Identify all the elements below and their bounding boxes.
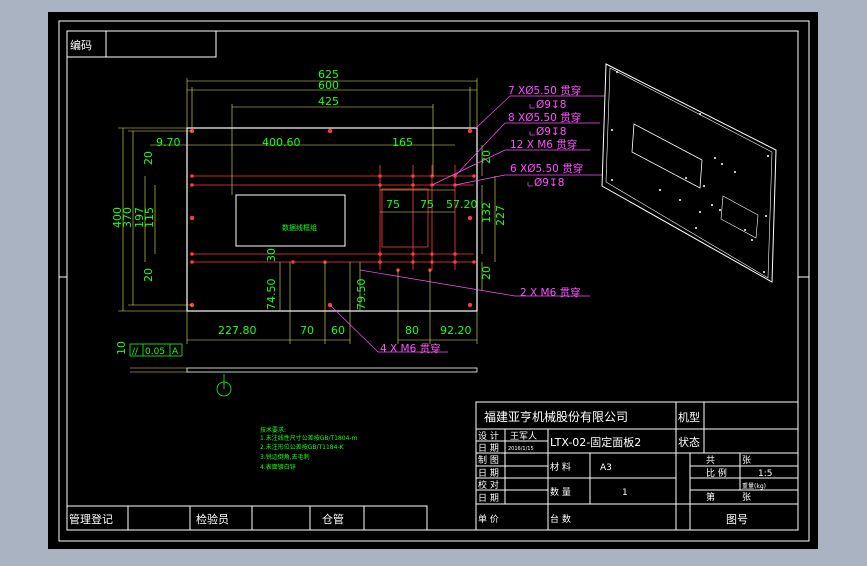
dim-7450: 74.50: [265, 279, 278, 311]
drawing-canvas: 编码 数据线框组 625 600 425 9.70 400.60 165 400…: [48, 12, 818, 549]
sheet-number-label: 图号: [726, 513, 748, 526]
right-small-3: 第: [706, 491, 715, 503]
right-small-2: 张: [742, 455, 751, 466]
date-label-3: 日 期: [478, 493, 499, 504]
dim-9220: 92.20: [440, 324, 472, 337]
dim-20b: 20: [142, 268, 155, 282]
scale-label: 比 例: [706, 467, 727, 479]
notes-line1: 1.未注线性尺寸公差按GB/T1804-m: [260, 434, 358, 442]
reg-label: 管理登记: [69, 512, 113, 526]
dim-5720: 57.20: [446, 198, 478, 211]
material-label: 材 料: [550, 461, 571, 473]
design-label: 设 计: [478, 430, 499, 442]
callout-4-line2: Ø9↧8: [534, 177, 564, 189]
tol-datum: A: [172, 347, 179, 357]
qty-label: 数 量: [550, 486, 571, 498]
dim-600: 600: [318, 79, 339, 92]
callout-5-line1: 2 X M6 贯穿: [520, 286, 581, 299]
panel-text: 数据线框组: [282, 223, 317, 232]
sets-label: 台 数: [550, 513, 571, 525]
callout-1-line1: 7 XØ5.50 贯穿: [508, 84, 581, 97]
notes-line3: 3.锐边倒角,去毛刺: [260, 453, 310, 461]
weight-label: 重量(kg): [742, 482, 766, 490]
right-small-1: 共: [706, 455, 715, 466]
dim-115: 115: [143, 207, 156, 228]
callout-6-line1: 4 X M6 贯穿: [380, 342, 441, 355]
storage-label: 仓管: [322, 512, 344, 526]
dim-227: 227: [494, 205, 507, 226]
callout-3-line1: 12 X M6 贯穿: [510, 138, 577, 151]
notes-line4: 4.表面镀白锌: [260, 463, 296, 471]
dim-20d: 20: [480, 266, 493, 280]
cad-viewport: 编码 数据线框组 625 600 425 9.70 400.60 165 400…: [0, 0, 867, 562]
dim-30: 30: [265, 248, 278, 262]
date-1: 2016/1/15: [508, 446, 534, 452]
dim-40060: 400.60: [262, 136, 301, 149]
batch-label: 单 价: [478, 513, 499, 525]
callout-2-line2: Ø9↧8: [536, 126, 566, 138]
dim-10: 10: [115, 341, 128, 355]
designer-name: 王军人: [510, 431, 537, 442]
right-small-4: 张: [742, 492, 751, 503]
dim-425: 425: [318, 95, 339, 108]
dim-80: 80: [405, 324, 419, 337]
check-label: 校 对: [478, 479, 499, 491]
dim-20a: 20: [142, 151, 155, 165]
tol-value: 0.05: [145, 347, 165, 357]
code-label: 编码: [70, 38, 92, 52]
dim-75b: 75: [420, 198, 434, 211]
status-label: 状态: [678, 435, 700, 449]
dim-22780: 227.80: [218, 324, 257, 337]
qty-value: 1: [622, 488, 628, 498]
model-label: 机型: [678, 410, 700, 424]
callout-4-line1: 6 XØ5.50 贯穿: [510, 162, 583, 175]
callout-2-line1: 8 XØ5.50 贯穿: [508, 111, 581, 124]
scale-value: 1:5: [758, 469, 772, 479]
dim-60: 60: [331, 324, 345, 337]
company-name: 福建亚亨机械股份有限公司: [484, 409, 628, 424]
dim-75a: 75: [386, 198, 400, 211]
date-label-2: 日 期: [478, 468, 499, 479]
draw-label: 制 图: [478, 454, 499, 466]
material-value: A3: [600, 463, 612, 473]
drawing-background: [48, 12, 818, 549]
dim-132: 132: [480, 202, 493, 223]
callout-1-line2: Ø9↧8: [536, 99, 566, 111]
tol-symbol: //: [132, 347, 139, 357]
dim-970: 9.70: [156, 136, 181, 149]
date-label-1: 日 期: [478, 443, 499, 454]
notes-line2: 2.未注形位公差按GB/T1184-K: [260, 443, 345, 451]
drawing-name: LTX-02-固定面板2: [550, 435, 641, 449]
dim-70: 70: [300, 324, 314, 337]
inspector-label: 检验员: [196, 512, 229, 526]
dim-165: 165: [392, 136, 413, 149]
dim-7950: 79.50: [355, 279, 368, 311]
notes-title: 技术要求:: [260, 426, 286, 434]
